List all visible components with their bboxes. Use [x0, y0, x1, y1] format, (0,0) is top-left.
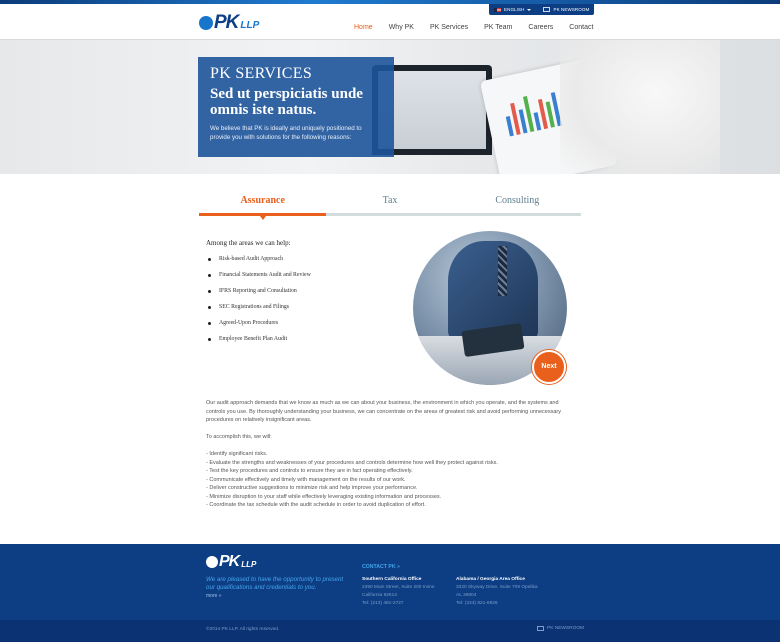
logo-text: PK [214, 12, 239, 33]
list-item: - Communicate effectively and timely wit… [206, 476, 406, 483]
language-selector[interactable]: ENGLISH [494, 7, 532, 12]
office-phone: Tel: (334) 821-8826 [456, 601, 498, 606]
next-button[interactable]: Next [532, 350, 566, 384]
bullet-icon [208, 306, 211, 309]
tab-label: Assurance [240, 195, 285, 206]
list-item: Agreed-Upon Procedures [206, 320, 311, 336]
chevron-down-icon [527, 8, 532, 11]
newspaper-icon [543, 7, 551, 12]
areas-title: Among the areas we can help: [206, 239, 291, 247]
logo-suffix: LLP [240, 20, 260, 31]
list-item-label: Financial Statements Audit and Review [219, 272, 311, 278]
description-paragraph: Our audit approach demands that we know … [206, 400, 561, 423]
logo-circle-icon [206, 556, 218, 568]
tablet-bar [533, 112, 542, 131]
list-item: SEC Registrations and Filings [206, 304, 311, 320]
utility-bar: ENGLISH PK NEWSROOM [489, 4, 595, 15]
list-item: - Minimize disruption to your staff whil… [206, 493, 442, 500]
hero-headline: Sed ut perspiciatis unde omnis iste natu… [210, 86, 363, 118]
list-item: Risk-based Audit Approach [206, 256, 311, 272]
footer-tagline: We are pleased to have the opportunity t… [206, 576, 344, 591]
office-address-1: 2390 Main Street, Suite 200 Irvine [362, 585, 435, 590]
site-logo[interactable]: PK LLP [199, 13, 259, 32]
areas-list: Risk-based Audit Approach Financial Stat… [206, 256, 311, 352]
bullet-icon [208, 290, 211, 293]
newsroom-link[interactable]: PK NEWSROOM [543, 7, 589, 12]
tab-label: Tax [382, 195, 398, 206]
office-address-2: AL 36804 [456, 593, 477, 598]
hero-hand-image [560, 40, 720, 174]
tab-assurance[interactable]: Assurance [199, 194, 327, 220]
office-southern-california: Southern California Office 2390 Main Str… [362, 576, 435, 608]
us-flag-icon [494, 7, 501, 12]
footer-logo[interactable]: PK LLP [206, 554, 256, 570]
contact-link[interactable]: CONTACT PK » [362, 564, 400, 570]
office-phone: Tel: (213) 481-2727 [362, 601, 404, 606]
steps-list: - Identify significant risks. - Evaluate… [206, 450, 574, 510]
assurance-description: Our audit approach demands that we know … [206, 399, 574, 510]
newsroom-label: PK NEWSROOM [553, 7, 590, 12]
businessman-tie [498, 246, 507, 296]
accomplish-intro: To accomplish this, we will: [206, 434, 272, 440]
service-tabs: Assurance Tax Consulting [199, 194, 581, 220]
office-name: Southern California Office [362, 577, 422, 582]
site-header: PK LLP Home Why PK PK Services PK Team C… [0, 0, 780, 42]
logo-text: PK [219, 553, 240, 570]
list-item: - Identify significant risks. [206, 451, 268, 457]
list-item-label: Agreed-Upon Procedures [219, 320, 279, 326]
bullet-icon [208, 322, 211, 325]
site-footer: PK LLP We are pleased to have the opport… [0, 544, 780, 620]
hero-text-box: PK SERVICES Sed ut perspiciatis unde omn… [198, 57, 394, 157]
list-item: Financial Statements Audit and Review [206, 272, 311, 288]
tab-label: Consulting [495, 195, 540, 206]
bullet-icon [208, 258, 211, 261]
logo-suffix: LLP [241, 560, 257, 569]
list-item-label: Employee Benefit Plan Audit [219, 336, 288, 342]
list-item: Employee Benefit Plan Audit [206, 336, 311, 352]
footer-more-link[interactable]: more » [206, 593, 222, 599]
list-item: - Coordinate the tax schedule with the a… [206, 502, 426, 508]
list-item: IFRS Reporting and Consultation [206, 288, 311, 304]
bullet-icon [208, 338, 211, 341]
language-label: ENGLISH [504, 7, 525, 12]
laptop-screen [378, 71, 486, 149]
list-item-label: IFRS Reporting and Consultation [219, 288, 297, 294]
office-address-1: 3320 Skyway Drive, Suite 709 Opelika [456, 585, 538, 590]
bullet-icon [208, 274, 211, 277]
tablet-bars [502, 86, 562, 137]
logo-circle-icon [199, 16, 213, 30]
newsroom-label: PK NEWSROOM [547, 626, 585, 631]
list-item-label: Risk-based Audit Approach [219, 256, 284, 262]
caret-down-icon [259, 216, 266, 220]
footer-bottom-bar: ©2014 PK LLP. All rights reserved. PK NE… [0, 620, 780, 642]
list-item: - Test the key procedures and controls t… [206, 468, 413, 474]
hero-intro: We believe that PK is ideally and unique… [210, 125, 362, 141]
office-alabama-georgia: Alabama / Georgia Area Office 3320 Skywa… [456, 576, 538, 608]
list-item: - Evaluate the strengths and weaknesses … [206, 459, 498, 466]
tab-tax[interactable]: Tax [326, 194, 454, 216]
newspaper-icon [537, 626, 544, 631]
list-item-label: SEC Registrations and Filings [219, 304, 290, 310]
footer-newsroom-link[interactable]: PK NEWSROOM [537, 626, 584, 631]
office-name: Alabama / Georgia Area Office [456, 577, 525, 582]
hero-kicker: PK SERVICES [210, 65, 313, 82]
copyright-text: ©2014 PK LLP. All rights reserved. [206, 627, 280, 632]
office-address-2: California 92614 [362, 593, 397, 598]
tab-consulting[interactable]: Consulting [453, 194, 581, 216]
list-item: - Deliver constructive suggestions to mi… [206, 485, 418, 491]
